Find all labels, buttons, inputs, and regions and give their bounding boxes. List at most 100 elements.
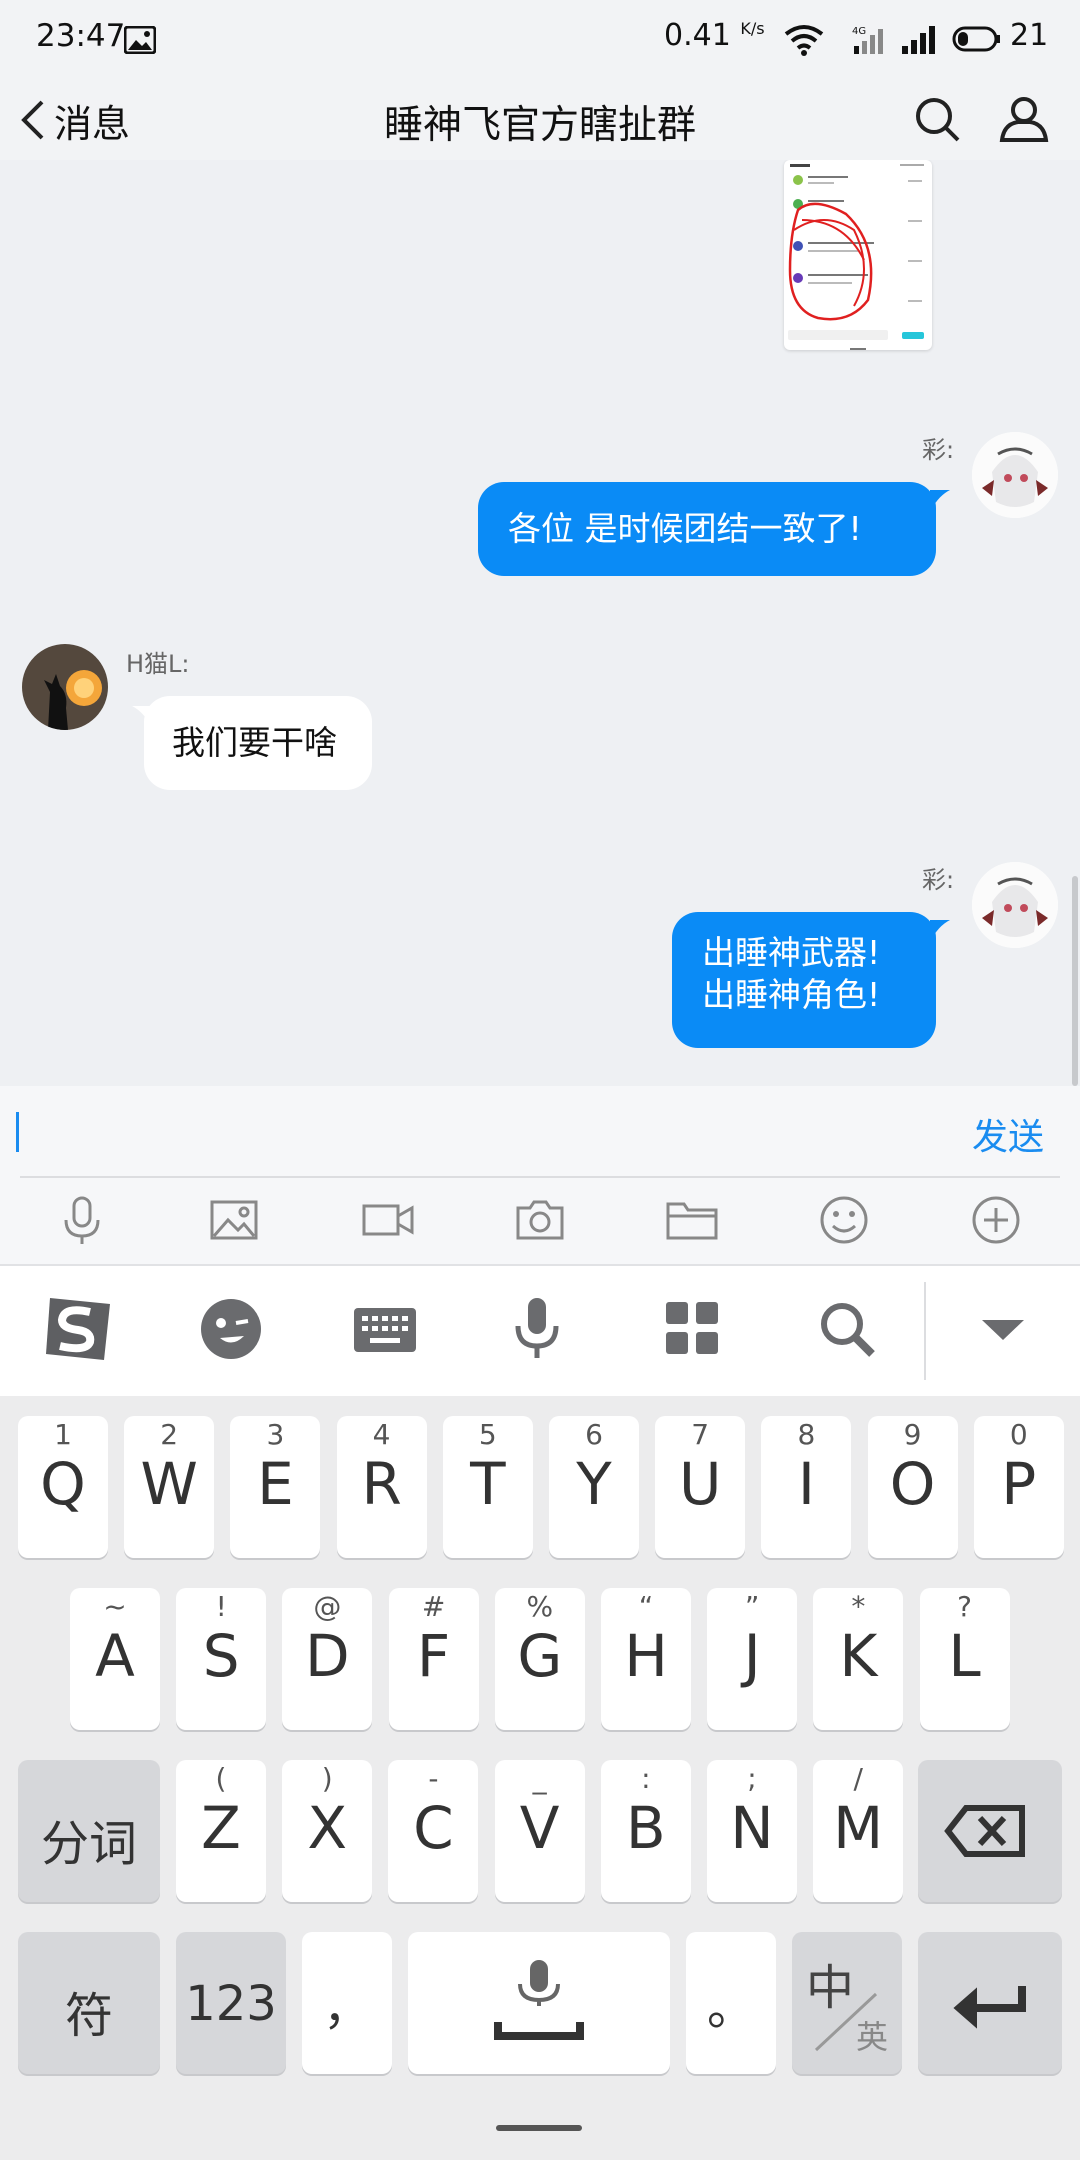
key-hint: 0	[1009, 1418, 1028, 1451]
key-l[interactable]: ? L	[919, 1588, 1010, 1730]
collapse-icon[interactable]	[968, 1294, 1038, 1364]
split-key[interactable]: 分词	[18, 1760, 160, 1902]
key-s[interactable]: ! S	[176, 1588, 267, 1730]
battery-level: 21	[1010, 18, 1049, 53]
key-hint: ”	[744, 1590, 760, 1623]
emoji-icon[interactable]	[196, 1294, 266, 1364]
folder-icon[interactable]	[664, 1192, 720, 1248]
key-letter: L	[948, 1622, 981, 1690]
key-b[interactable]: :B	[600, 1760, 691, 1902]
key-w[interactable]: 2W	[124, 1416, 215, 1558]
message-text-line: 出睡神角色!	[702, 975, 881, 1014]
key-k[interactable]: * K	[813, 1588, 904, 1730]
key-letter: R	[361, 1450, 402, 1518]
svg-text:4G: 4G	[852, 26, 866, 37]
key-a[interactable]: ~ A	[70, 1588, 160, 1730]
message-list[interactable]: 彩: 各位 是时候团结一致了! H猫L: 我们要干啥 彩: 出睡神武器! 出睡神…	[0, 160, 1080, 1086]
key-t[interactable]: 5T	[442, 1416, 533, 1558]
key-letter: F	[416, 1622, 451, 1690]
search-icon[interactable]	[908, 90, 968, 150]
shared-image-message[interactable]	[784, 160, 932, 350]
cat-silhouette-avatar-icon	[22, 644, 108, 730]
key-u[interactable]: 7U	[655, 1416, 746, 1558]
key-hint: 7	[691, 1418, 710, 1451]
period-key[interactable]: 。	[686, 1932, 776, 2074]
key-letter: C	[413, 1794, 454, 1862]
network-speed-value: 0.41	[664, 18, 731, 53]
key-letter: Z	[201, 1794, 241, 1862]
enter-key[interactable]	[918, 1932, 1062, 2074]
language-switch-key[interactable]: 中英	[792, 1932, 902, 2074]
home-indicator[interactable]	[496, 2125, 582, 2131]
key-letter: G	[517, 1622, 563, 1690]
numbers-key[interactable]: 123	[176, 1932, 286, 2074]
image-icon[interactable]	[206, 1192, 262, 1248]
signal-4g-icon: 4G	[852, 26, 883, 54]
network-speed: 0.41 K/s	[664, 18, 765, 53]
key-m[interactable]: / M	[813, 1760, 904, 1902]
chat-toolbar	[0, 1178, 1080, 1266]
key-letter: O	[889, 1450, 936, 1518]
key-letter: D	[305, 1622, 350, 1690]
message-text-line: 出睡神武器!	[702, 933, 881, 972]
sogou-logo[interactable]	[40, 1290, 116, 1366]
key-letter: A	[95, 1622, 135, 1690]
send-button[interactable]: 发送	[972, 1108, 1044, 1160]
plus-icon[interactable]	[968, 1192, 1024, 1248]
key-j[interactable]: ” J	[707, 1588, 798, 1730]
key-g[interactable]: % G	[494, 1588, 585, 1730]
message-text: 我们要干啥	[172, 723, 337, 762]
message-input[interactable]	[10, 1096, 940, 1168]
message-bubble-outgoing[interactable]: 各位 是时候团结一致了!	[478, 482, 936, 576]
key-i[interactable]: 8I	[761, 1416, 852, 1558]
video-icon[interactable]	[360, 1192, 416, 1248]
camera-icon[interactable]	[512, 1192, 568, 1248]
key-h[interactable]: “H	[601, 1588, 691, 1730]
key-f[interactable]: # F	[388, 1588, 479, 1730]
key-q[interactable]: 1Q	[18, 1416, 108, 1558]
key-hint: /	[853, 1762, 863, 1795]
signal-icon	[902, 26, 935, 54]
slash-divider	[814, 1992, 878, 2052]
keyboard: 1 Q 2 W 3 E 4 R 5 T 6 Y 7 U 8 I 9 O 0 P ~ A! S @ D # F% G “H” J * K? L 分词…	[0, 1396, 1080, 2160]
key-y[interactable]: 6Y	[549, 1416, 639, 1558]
keyboard-icon[interactable]	[350, 1294, 420, 1364]
key-d[interactable]: @ D	[282, 1588, 373, 1730]
comma-key[interactable]: ，	[302, 1932, 392, 2074]
symbols-key[interactable]: 符	[18, 1932, 160, 2074]
screenshot-thumbnail	[788, 164, 924, 350]
key-letter: M	[833, 1794, 884, 1862]
key-letter: T	[470, 1450, 506, 1518]
key-hint: 3	[266, 1418, 285, 1451]
group-members-icon[interactable]	[994, 90, 1054, 150]
space-key[interactable]	[408, 1932, 670, 2074]
key-r[interactable]: 4R	[336, 1416, 427, 1558]
message-bubble-outgoing[interactable]: 出睡神武器! 出睡神角色!	[672, 912, 936, 1048]
mic-icon[interactable]	[54, 1192, 110, 1248]
scrollbar[interactable]	[1072, 876, 1078, 1086]
avatar[interactable]	[22, 644, 108, 730]
key-x[interactable]: ) X	[282, 1760, 373, 1902]
backspace-key[interactable]	[918, 1760, 1062, 1902]
key-p[interactable]: 0P	[973, 1416, 1064, 1558]
emoji-icon[interactable]	[816, 1192, 872, 1248]
key-v[interactable]: _ V	[494, 1760, 585, 1902]
anime-avatar-icon	[972, 862, 1058, 948]
key-c[interactable]: -C	[388, 1760, 479, 1902]
avatar[interactable]	[972, 432, 1058, 518]
search-icon[interactable]	[812, 1294, 882, 1364]
voice-space-icon	[494, 1960, 584, 2040]
avatar[interactable]	[972, 862, 1058, 948]
key-letter: B	[625, 1794, 666, 1862]
text-cursor	[16, 1112, 19, 1152]
key-o[interactable]: 9O	[867, 1416, 958, 1558]
apps-icon[interactable]	[658, 1294, 728, 1364]
key-e[interactable]: 3E	[230, 1416, 321, 1558]
key-letter: Y	[576, 1450, 612, 1518]
key-letter: I	[797, 1450, 815, 1518]
key-z[interactable]: (Z	[176, 1760, 266, 1902]
message-bubble-incoming[interactable]: 我们要干啥	[144, 696, 372, 790]
key-n[interactable]: ; N	[707, 1760, 797, 1902]
mic-icon[interactable]	[502, 1294, 572, 1364]
key-hint: %	[526, 1590, 554, 1623]
